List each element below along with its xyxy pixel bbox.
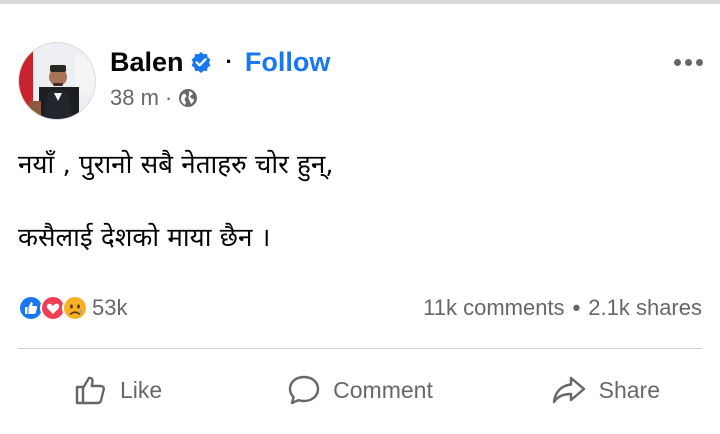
share-button[interactable]: Share [502, 362, 702, 418]
comment-share-counts: 11k comments • 2.1k shares [423, 295, 702, 321]
reaction-count: 53k [92, 295, 128, 320]
post-body: नयाँ , पुरानो सबै नेताहरु चोर हुन्, कसैल… [18, 150, 708, 254]
author-block: Balen · Follow 38 m · [110, 42, 330, 114]
avatar[interactable] [18, 42, 96, 120]
comment-label: Comment [333, 376, 433, 403]
top-divider [0, 0, 720, 4]
reaction-icons [18, 295, 88, 321]
comment-bubble-icon [288, 375, 320, 405]
share-label: Share [598, 376, 660, 403]
post-header: Balen · Follow 38 m · [18, 40, 708, 120]
follow-button[interactable]: Follow [245, 47, 330, 78]
post-text-line-2: कसैलाई देशको माया छैन । [18, 223, 271, 254]
sad-reaction-icon [62, 295, 88, 321]
avatar-image [19, 43, 95, 119]
meta-separator: · [164, 85, 173, 110]
post-timestamp[interactable]: 38 m [110, 85, 159, 111]
counts-bullet: • [572, 295, 581, 320]
post-text-line-1: नयाँ , पुरानो सबै नेताहरु चोर हुन्, [18, 150, 334, 180]
like-button[interactable]: Like [18, 362, 218, 418]
post-meta: 38 m · [110, 82, 330, 114]
engagement-stats: 53k 11k comments • 2.1k shares [18, 290, 702, 326]
reactions-summary[interactable]: 53k [18, 295, 127, 321]
name-separator: · [225, 49, 233, 74]
like-label: Like [120, 376, 163, 403]
verified-badge-icon [190, 51, 212, 73]
more-options-icon[interactable] [670, 52, 706, 72]
thumbs-up-icon [75, 376, 105, 405]
author-name[interactable]: Balen [110, 47, 184, 78]
name-row: Balen · Follow [110, 42, 330, 82]
actions-divider [18, 348, 702, 349]
shares-count[interactable]: 2.1k shares [588, 295, 702, 321]
action-bar: Like Comment Share [18, 360, 702, 420]
comment-button[interactable]: Comment [240, 362, 480, 418]
share-arrow-icon [552, 376, 585, 404]
globe-icon[interactable] [178, 88, 198, 108]
comments-count[interactable]: 11k comments [423, 295, 564, 321]
